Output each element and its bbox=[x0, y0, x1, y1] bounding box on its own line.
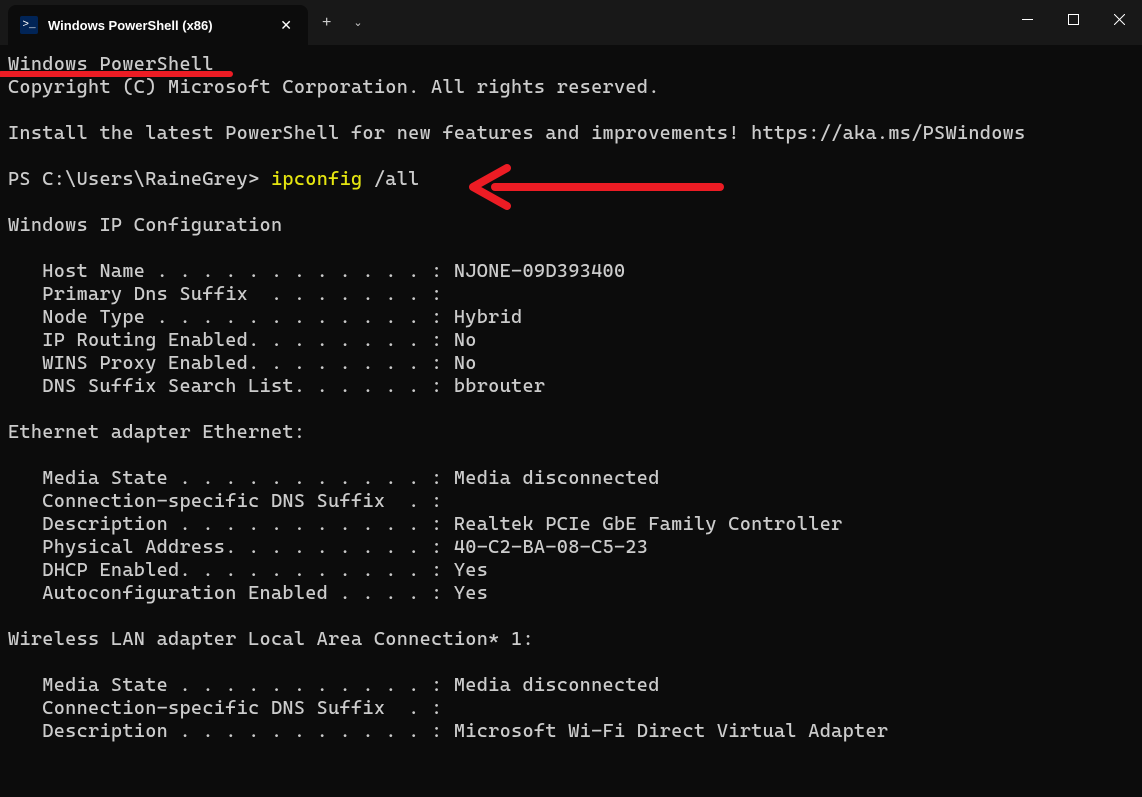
section-ipconfig: Windows IP Configuration bbox=[8, 214, 282, 236]
ps-header-2: Copyright (C) Microsoft Corporation. All… bbox=[8, 76, 660, 98]
ethernet-line: Media State . . . . . . . . . . . : Medi… bbox=[8, 467, 660, 489]
wlan-line: Media State . . . . . . . . . . . : Medi… bbox=[8, 674, 660, 696]
ipconfig-line: Primary Dns Suffix . . . . . . . : bbox=[8, 283, 442, 305]
ipconfig-line: Node Type . . . . . . . . . . . . : Hybr… bbox=[8, 306, 522, 328]
ipconfig-line: DNS Suffix Search List. . . . . . : bbro… bbox=[8, 375, 545, 397]
powershell-icon: >_ bbox=[20, 16, 38, 34]
command-args: /all bbox=[362, 168, 419, 190]
ethernet-line: Physical Address. . . . . . . . . : 40-C… bbox=[8, 536, 648, 558]
command: ipconfig bbox=[271, 168, 362, 190]
wlan-line: Connection-specific DNS Suffix . : bbox=[8, 697, 442, 719]
close-tab-button[interactable]: ✕ bbox=[276, 13, 296, 38]
section-ethernet: Ethernet adapter Ethernet: bbox=[8, 421, 305, 443]
active-tab[interactable]: >_ Windows PowerShell (x86) ✕ bbox=[8, 5, 308, 45]
minimize-button[interactable] bbox=[1004, 0, 1050, 38]
ethernet-line: Autoconfiguration Enabled . . . . : Yes bbox=[8, 582, 488, 604]
terminal-output[interactable]: Windows PowerShell Copyright (C) Microso… bbox=[0, 45, 1142, 797]
titlebar: >_ Windows PowerShell (x86) ✕ + ⌄ bbox=[0, 0, 1142, 45]
window-close-button[interactable] bbox=[1096, 0, 1142, 38]
ethernet-line: DHCP Enabled. . . . . . . . . . . : Yes bbox=[8, 559, 488, 581]
tab-dropdown-button[interactable]: ⌄ bbox=[345, 16, 370, 29]
new-tab-button[interactable]: + bbox=[308, 14, 345, 32]
ipconfig-line: WINS Proxy Enabled. . . . . . . . : No bbox=[8, 352, 477, 374]
red-arrow-annotation bbox=[465, 162, 725, 212]
ethernet-line: Description . . . . . . . . . . . : Real… bbox=[8, 513, 843, 535]
window-controls bbox=[1004, 0, 1142, 38]
prompt: PS C:\Users\RaineGrey> bbox=[8, 168, 271, 190]
maximize-button[interactable] bbox=[1050, 0, 1096, 38]
wlan-line: Description . . . . . . . . . . . : Micr… bbox=[8, 720, 888, 742]
ipconfig-line: Host Name . . . . . . . . . . . . : NJON… bbox=[8, 260, 625, 282]
install-message: Install the latest PowerShell for new fe… bbox=[8, 122, 1026, 144]
ethernet-line: Connection-specific DNS Suffix . : bbox=[8, 490, 442, 512]
tab-title: Windows PowerShell (x86) bbox=[48, 18, 266, 33]
red-underline-annotation bbox=[0, 71, 233, 77]
ipconfig-line: IP Routing Enabled. . . . . . . . : No bbox=[8, 329, 477, 351]
section-wlan: Wireless LAN adapter Local Area Connecti… bbox=[8, 628, 534, 650]
